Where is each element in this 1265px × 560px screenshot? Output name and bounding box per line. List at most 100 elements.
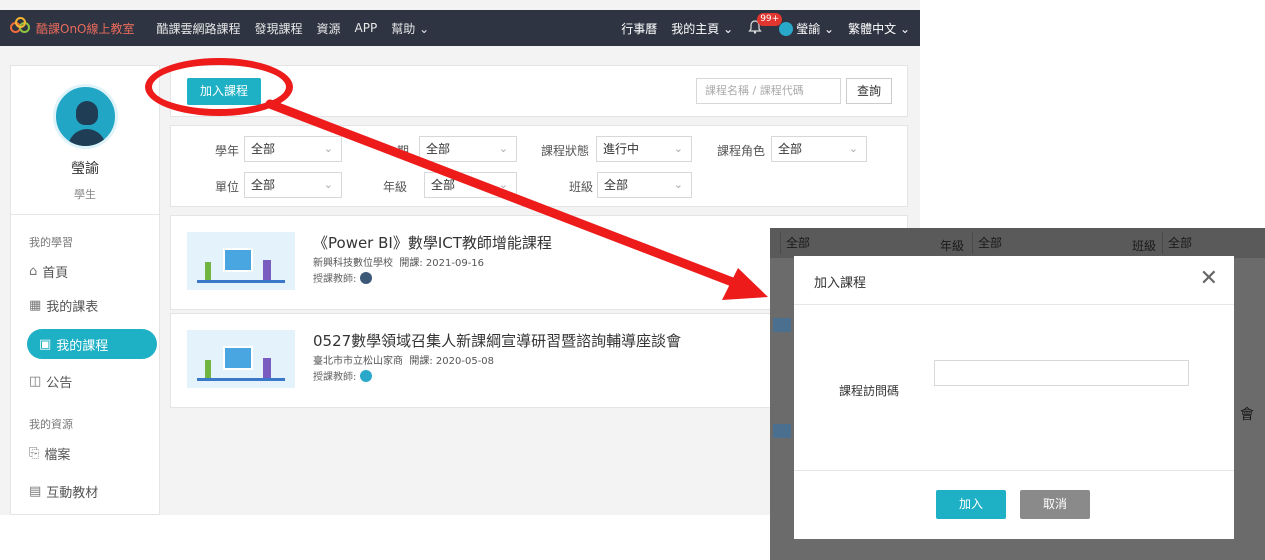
chevron-down-icon: ⌄	[723, 21, 734, 36]
course-icon: ▣	[39, 336, 52, 352]
chevron-down-icon: ⌄	[673, 178, 683, 191]
avatar	[779, 22, 794, 36]
nav-my-home-label: 我的主頁	[671, 21, 720, 36]
logo-text: 酷課OnO線上教室	[36, 21, 135, 36]
nav-link-app[interactable]: APP	[355, 21, 378, 35]
nav-link-cool-cloud[interactable]: 酷課雲網路課程	[157, 20, 241, 37]
user-menu[interactable]: 瑩諭 ⌄	[779, 20, 834, 37]
filter-status-value: 進行中	[603, 142, 640, 156]
filter-class-select[interactable]: 全部 ⌄	[597, 172, 692, 198]
language-label: 繁體中文	[848, 21, 897, 36]
filter-grade-label: 年級	[383, 180, 408, 194]
nav-link-help[interactable]: 幫助 ⌄	[391, 20, 429, 37]
top-navbar: 酷課OnO線上教室 酷課雲網路課程 發現課程 資源 APP 幫助 ⌄ 行事曆 我…	[0, 10, 920, 46]
access-code-input[interactable]	[934, 360, 1189, 386]
filter-panel: 學年 全部 ⌄ 期 全部 ⌄ 課程狀態 進行中 ⌄ 課程角色 全部 ⌄ 單位 全部 ⌄ 年…	[170, 125, 908, 207]
backdrop-class-select: 全部	[1162, 232, 1262, 254]
search-input[interactable]: 課程名稱 / 課程代碼	[696, 78, 841, 104]
logo[interactable]: 酷課OnO線上教室	[10, 17, 135, 39]
filter-term-label: 期	[397, 144, 410, 158]
sidebar-item-label: 首頁	[42, 266, 69, 281]
sidebar-item-label: 檔案	[44, 448, 71, 463]
nav-link-my-home[interactable]: 我的主頁 ⌄	[671, 20, 733, 37]
calendar-icon: ▦	[29, 298, 42, 313]
backdrop-thumbnail	[773, 318, 791, 332]
chevron-down-icon: ⌄	[848, 142, 858, 155]
course-start-date: 開課: 2021-09-16	[399, 258, 485, 269]
nav-link-calendar[interactable]: 行事曆	[621, 20, 657, 37]
backdrop-grade-label: 年級	[940, 239, 965, 253]
sidebar: 瑩諭 學生 我的學習 ⌂ 首頁 ▦ 我的課表 ▣ 我的課程 ◫ 公告 我的資源 ⎘ 檔案 …	[10, 65, 160, 515]
course-thumbnail	[187, 232, 295, 290]
backdrop-unit-select: 全部	[780, 232, 890, 254]
sidebar-item-label: 互動教材	[46, 486, 99, 501]
chevron-down-icon: ⌄	[419, 21, 430, 36]
divider	[794, 304, 1234, 305]
nav-right: 行事曆 我的主頁 ⌄ 99+ 瑩諭 ⌄ 繁體中文 ⌄	[621, 13, 910, 37]
filter-term-select[interactable]: 全部 ⌄	[419, 136, 517, 162]
notification-bell[interactable]: 99+	[747, 13, 783, 37]
filter-unit-select[interactable]: 全部 ⌄	[244, 172, 342, 198]
nav-link-discover[interactable]: 發現課程	[255, 20, 303, 37]
filter-status-label: 課程狀態	[541, 144, 590, 158]
join-course-modal: 加入課程 ✕ 課程訪問碼 加入 取消	[794, 256, 1234, 539]
home-icon: ⌂	[29, 264, 38, 279]
nav-link-resources[interactable]: 資源	[317, 20, 341, 37]
filter-year-value: 全部	[251, 142, 276, 156]
backdrop-class-label: 班級	[1132, 239, 1157, 253]
language-menu[interactable]: 繁體中文 ⌄	[848, 20, 910, 37]
filter-role-value: 全部	[778, 142, 803, 156]
sidebar-item-home[interactable]: ⌂ 首頁	[29, 262, 68, 281]
filter-year-label: 學年	[215, 144, 240, 158]
filter-year-select[interactable]: 全部 ⌄	[244, 136, 342, 162]
search-button[interactable]: 查詢	[846, 78, 892, 104]
filter-role-select[interactable]: 全部 ⌄	[771, 136, 867, 162]
course-school: 新興科技數位學校	[313, 258, 393, 269]
course-start-date: 開課: 2020-05-08	[409, 356, 495, 367]
confirm-join-button[interactable]: 加入	[936, 490, 1006, 519]
cancel-button[interactable]: 取消	[1020, 490, 1090, 519]
filter-grade-value: 全部	[431, 178, 456, 192]
sidebar-item-announcements[interactable]: ◫ 公告	[29, 372, 72, 391]
modal-title: 加入課程	[814, 276, 867, 291]
close-icon[interactable]: ✕	[1200, 266, 1218, 291]
user-menu-name: 瑩諭	[796, 21, 821, 36]
avatar	[360, 271, 373, 284]
sidebar-item-schedule[interactable]: ▦ 我的課表	[29, 296, 98, 315]
chevron-down-icon: ⌄	[899, 21, 910, 36]
chevron-down-icon: ⌄	[498, 178, 508, 191]
course-title[interactable]: 0527數學領域召集人新課綱宣導研習暨諮詢輔導座談會	[313, 330, 681, 351]
chevron-down-icon: ⌄	[673, 142, 683, 155]
sidebar-item-label: 公告	[46, 376, 73, 391]
filter-status-select[interactable]: 進行中 ⌄	[596, 136, 692, 162]
sidebar-item-files[interactable]: ⎘ 檔案	[29, 444, 70, 463]
user-name: 瑩諭	[71, 161, 99, 177]
file-icon: ⎘	[29, 446, 40, 461]
notification-badge: 99+	[757, 13, 783, 26]
chevron-down-icon: ⌄	[824, 21, 835, 36]
sidebar-item-my-courses[interactable]: ▣ 我的課程	[27, 329, 157, 359]
section-my-learning: 我的學習	[29, 236, 73, 249]
user-avatar	[53, 84, 118, 149]
filter-role-label: 課程角色	[717, 144, 766, 158]
chevron-down-icon: ⌄	[323, 142, 333, 155]
divider	[794, 470, 1234, 471]
chevron-down-icon: ⌄	[498, 142, 508, 155]
course-meta: 臺北市市立松山家商 開課: 2020-05-08	[313, 352, 494, 367]
filter-term-value: 全部	[426, 142, 451, 156]
announcement-icon: ◫	[29, 374, 42, 389]
filter-grade-select[interactable]: 全部 ⌄	[424, 172, 517, 198]
backdrop-grade-select: 全部	[972, 232, 1077, 254]
access-code-label: 課程訪問碼	[839, 384, 900, 398]
sidebar-item-interactive-materials[interactable]: ▤ 互動教材	[29, 482, 98, 501]
course-school: 臺北市市立松山家商	[313, 356, 403, 367]
sidebar-item-label: 我的課表	[46, 300, 99, 315]
course-title[interactable]: 《Power BI》數學ICT教師增能課程	[313, 232, 552, 253]
backdrop-text: 會	[1240, 407, 1254, 423]
avatar	[360, 369, 373, 382]
annotation-ellipse	[145, 58, 293, 116]
user-role: 學生	[74, 188, 96, 201]
material-icon: ▤	[29, 484, 42, 499]
sidebar-item-label: 我的課程	[56, 338, 109, 354]
filter-class-value: 全部	[604, 178, 629, 192]
